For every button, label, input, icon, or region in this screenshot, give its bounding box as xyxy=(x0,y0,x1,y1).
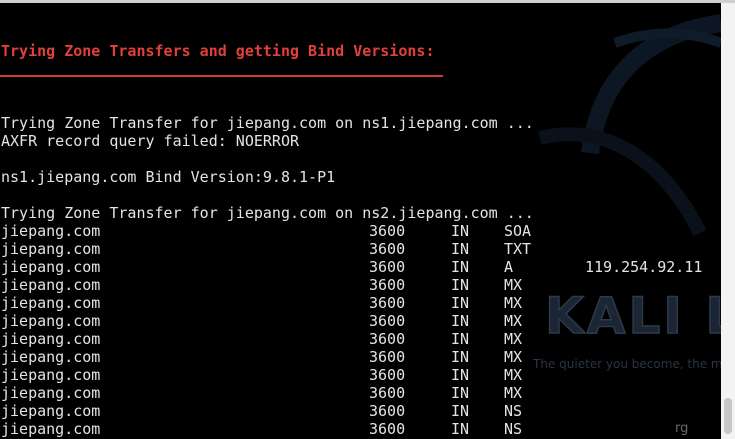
dns-record-row: jiepang.com 3600 IN MX xyxy=(0,348,721,366)
record-ttl: 3600 xyxy=(369,258,406,276)
record-class: IN xyxy=(451,402,470,420)
record-host: jiepang.com xyxy=(1,330,101,348)
record-ttl: 3600 xyxy=(369,348,406,366)
record-type: SOA xyxy=(504,222,532,240)
dns-record-row: jiepang.com 3600 IN MX xyxy=(0,366,721,384)
record-ttl: 3600 xyxy=(369,294,406,312)
record-data: 119.254.92.11 xyxy=(585,258,703,276)
record-ttl: 3600 xyxy=(369,420,406,438)
record-class: IN xyxy=(451,348,470,366)
record-ttl: 3600 xyxy=(369,240,406,258)
output-line-bind-version: ns1.jiepang.com Bind Version:9.8.1-P1 xyxy=(1,168,336,186)
dns-record-row: jiepang.com 3600 IN MX xyxy=(0,294,721,312)
record-type: MX xyxy=(504,294,523,312)
record-host: jiepang.com xyxy=(1,258,101,276)
record-type: MX xyxy=(504,312,523,330)
dns-record-row: jiepang.com 3600 IN MX xyxy=(0,330,721,348)
record-class: IN xyxy=(451,240,470,258)
record-host: jiepang.com xyxy=(1,420,101,438)
record-class: IN xyxy=(451,222,470,240)
record-type: MX xyxy=(504,366,523,384)
scrollbar-thumb[interactable] xyxy=(724,398,732,434)
record-class: IN xyxy=(451,384,470,402)
record-host: jiepang.com xyxy=(1,366,101,384)
record-type: A xyxy=(504,258,514,276)
dns-record-row: jiepang.com 3600 IN A 119.254.92.11 xyxy=(0,258,721,276)
screenshot-window: KALI LI The quieter you become, the m Tr… xyxy=(0,0,735,439)
vertical-scrollbar[interactable] xyxy=(721,3,735,439)
record-ttl: 3600 xyxy=(369,402,406,420)
record-type: MX xyxy=(504,276,523,294)
terminal-output[interactable]: Trying Zone Transfers and getting Bind V… xyxy=(0,3,721,439)
output-line-axfr-failed: AXFR record query failed: NOERROR xyxy=(1,132,300,150)
record-class: IN xyxy=(451,312,470,330)
record-host: jiepang.com xyxy=(1,276,101,294)
record-class: IN xyxy=(451,294,470,312)
record-class: IN xyxy=(451,276,470,294)
record-type: MX xyxy=(504,348,523,366)
record-host: jiepang.com xyxy=(1,348,101,366)
record-class: IN xyxy=(451,330,470,348)
wallpaper-edge-text: rg xyxy=(675,421,689,436)
section-heading: Trying Zone Transfers and getting Bind V… xyxy=(1,42,435,60)
record-class: IN xyxy=(451,366,470,384)
record-ttl: 3600 xyxy=(369,330,406,348)
record-type: MX xyxy=(504,330,523,348)
dns-record-row: jiepang.com 3600 IN MX xyxy=(0,312,721,330)
heading-underline xyxy=(0,75,443,77)
record-type: TXT xyxy=(504,240,532,258)
record-host: jiepang.com xyxy=(1,222,101,240)
dns-record-row: jiepang.com 3600 IN NS xyxy=(0,420,721,438)
output-line-zone-transfer-ns1: Trying Zone Transfer for jiepang.com on … xyxy=(1,114,534,132)
record-type: NS xyxy=(504,402,523,420)
dns-record-row: jiepang.com 3600 IN TXT xyxy=(0,240,721,258)
record-class: IN xyxy=(451,420,470,438)
record-host: jiepang.com xyxy=(1,294,101,312)
record-host: jiepang.com xyxy=(1,384,101,402)
record-type: MX xyxy=(504,384,523,402)
record-ttl: 3600 xyxy=(369,366,406,384)
dns-record-row: jiepang.com 3600 IN SOA xyxy=(0,222,721,240)
dns-record-row: jiepang.com 3600 IN MX xyxy=(0,276,721,294)
record-ttl: 3600 xyxy=(369,384,406,402)
record-host: jiepang.com xyxy=(1,240,101,258)
record-host: jiepang.com xyxy=(1,312,101,330)
record-ttl: 3600 xyxy=(369,222,406,240)
output-line-zone-transfer-ns2: Trying Zone Transfer for jiepang.com on … xyxy=(1,204,534,222)
dns-record-row: jiepang.com 3600 IN MX xyxy=(0,384,721,402)
record-ttl: 3600 xyxy=(369,276,406,294)
record-type: NS xyxy=(504,420,523,438)
record-host: jiepang.com xyxy=(1,402,101,420)
terminal-window[interactable]: KALI LI The quieter you become, the m Tr… xyxy=(0,3,721,439)
dns-record-row: jiepang.com 3600 IN NS xyxy=(0,402,721,420)
record-class: IN xyxy=(451,258,470,276)
record-ttl: 3600 xyxy=(369,312,406,330)
